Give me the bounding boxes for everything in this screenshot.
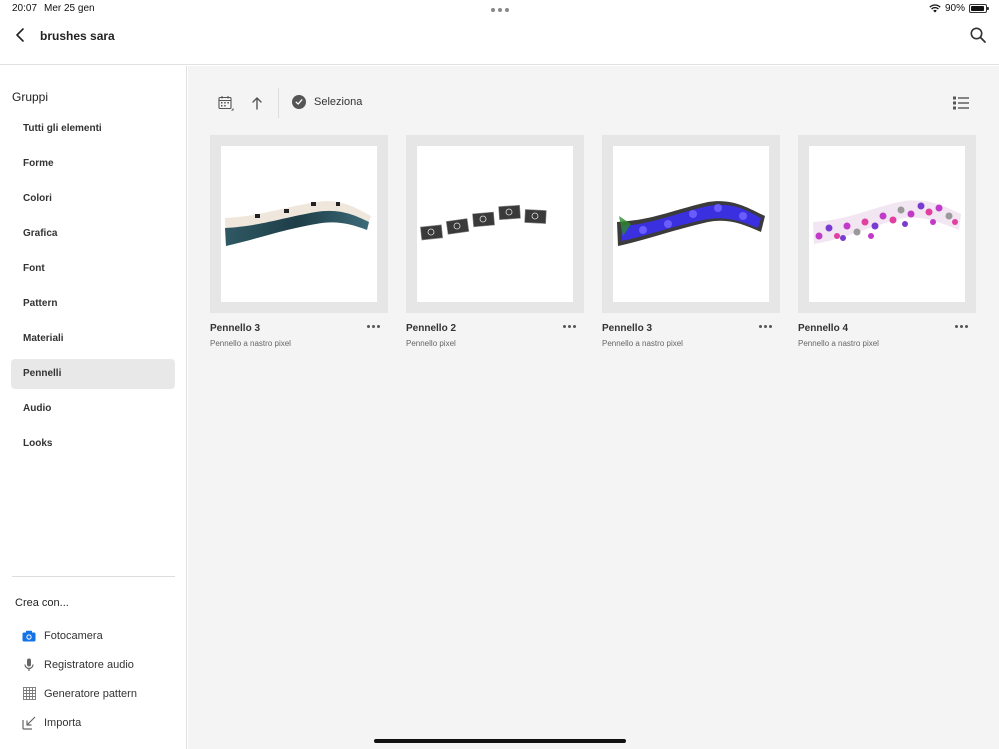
app-header: brushes sara — [0, 20, 999, 65]
import-icon — [22, 716, 36, 730]
more-options-icon[interactable] — [367, 325, 380, 328]
calendar-sort-icon[interactable] — [218, 95, 234, 111]
brush-thumbnail[interactable] — [210, 135, 388, 313]
page-title: brushes sara — [40, 29, 115, 43]
brush-name: Pennello 4 — [798, 323, 849, 334]
brush-type: Pennello pixel — [406, 339, 456, 348]
pattern-grid-icon — [22, 687, 36, 701]
camera-icon — [22, 629, 36, 643]
sidebar-divider — [12, 576, 175, 577]
sidebar: Gruppi Tutti gli elementi Forme Colori G… — [0, 66, 187, 749]
battery-icon — [969, 4, 989, 13]
status-date: Mer 25 gen — [44, 3, 95, 14]
brush-type: Pennello a nastro pixel — [210, 339, 291, 348]
list-view-icon[interactable] — [953, 96, 969, 110]
sidebar-item-colors[interactable]: Colori — [11, 184, 175, 214]
create-import-button[interactable]: Importa — [22, 708, 137, 737]
create-audio-label: Registratore audio — [44, 658, 134, 671]
more-options-icon[interactable] — [955, 325, 968, 328]
select-label: Seleziona — [314, 96, 363, 108]
multitask-dots[interactable] — [491, 8, 509, 12]
brush-type: Pennello a nastro pixel — [602, 339, 683, 348]
wifi-icon — [929, 4, 941, 13]
select-button[interactable]: Seleziona — [292, 95, 362, 109]
status-right: 90% — [929, 3, 989, 14]
brush-grid: Pennello 3 Pennello a nastro pixel Penne… — [210, 135, 976, 355]
create-with-heading: Crea con... — [15, 597, 69, 609]
create-camera-button[interactable]: Fotocamera — [22, 621, 137, 650]
microphone-icon — [22, 658, 36, 672]
brush-card[interactable]: Pennello 3 Pennello a nastro pixel — [210, 135, 388, 355]
sort-ascending-arrow-icon[interactable] — [250, 95, 264, 111]
brush-card[interactable]: Pennello 3 Pennello a nastro pixel — [602, 135, 780, 355]
brush-preview-image — [617, 201, 765, 246]
sidebar-item-patterns[interactable]: Pattern — [11, 289, 175, 319]
groups-heading: Gruppi — [12, 90, 49, 104]
brush-preview-image — [420, 204, 547, 241]
back-chevron-icon[interactable] — [12, 26, 30, 44]
battery-percent: 90% — [944, 3, 965, 14]
brush-thumbnail[interactable] — [798, 135, 976, 313]
brush-type: Pennello a nastro pixel — [798, 339, 879, 348]
sidebar-item-materials[interactable]: Materiali — [11, 324, 175, 354]
brush-name: Pennello 2 — [406, 323, 457, 334]
brush-thumbnail[interactable] — [406, 135, 584, 313]
sidebar-item-brushes[interactable]: Pennelli — [11, 359, 175, 389]
brush-thumbnail[interactable] — [602, 135, 780, 313]
sidebar-item-audio[interactable]: Audio — [11, 394, 175, 424]
more-options-icon[interactable] — [759, 325, 772, 328]
brush-preview-image — [225, 201, 371, 246]
toolbar-separator — [278, 88, 279, 118]
checkmark-circle-icon — [292, 95, 306, 109]
sidebar-item-shapes[interactable]: Forme — [11, 149, 175, 179]
status-bar: 20:07 Mer 25 gen 90% — [0, 0, 999, 20]
brush-name: Pennello 3 — [210, 323, 261, 334]
create-camera-label: Fotocamera — [44, 629, 103, 642]
status-time: 20:07 — [12, 3, 38, 14]
search-icon[interactable] — [969, 26, 987, 44]
groups-menu: Tutti gli elementi Forme Colori Grafica … — [11, 114, 175, 464]
sidebar-item-fonts[interactable]: Font — [11, 254, 175, 284]
create-audio-button[interactable]: Registratore audio — [22, 650, 137, 679]
brush-card[interactable]: Pennello 2 Pennello pixel — [406, 135, 584, 355]
home-indicator[interactable] — [374, 739, 626, 743]
main-content: Seleziona Pennello 3 Pennello a nastro p… — [188, 66, 999, 749]
brush-name: Pennello 3 — [602, 323, 653, 334]
create-pattern-label: Generatore pattern — [44, 687, 137, 700]
brush-card[interactable]: Pennello 4 Pennello a nastro pixel — [798, 135, 976, 355]
brush-preview-image — [813, 200, 961, 244]
sidebar-item-all[interactable]: Tutti gli elementi — [11, 114, 175, 144]
create-pattern-button[interactable]: Generatore pattern — [22, 679, 137, 708]
sidebar-item-graphics[interactable]: Grafica — [11, 219, 175, 249]
create-import-label: Importa — [44, 716, 82, 729]
sidebar-item-looks[interactable]: Looks — [11, 429, 175, 459]
toolbar: Seleziona — [188, 88, 999, 118]
create-with-list: Fotocamera Registratore audio Generatore… — [22, 621, 137, 737]
more-options-icon[interactable] — [563, 325, 576, 328]
